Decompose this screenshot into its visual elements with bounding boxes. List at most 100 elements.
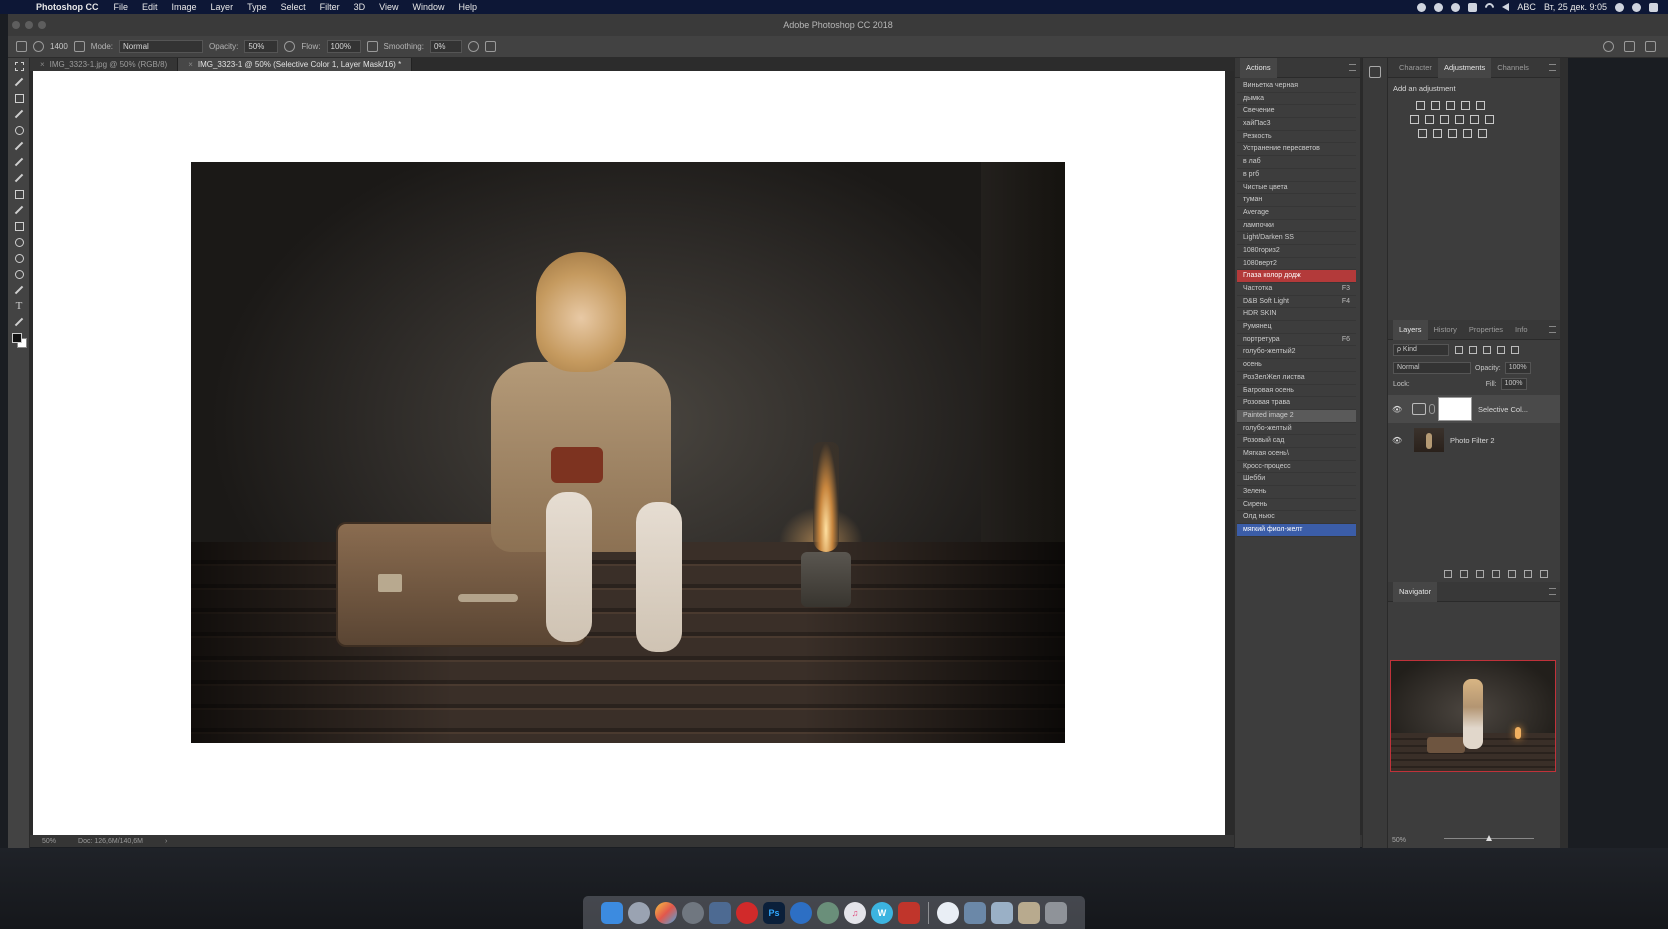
zoom-window-button[interactable]: [38, 21, 46, 29]
action-item[interactable]: в лаб: [1237, 156, 1356, 169]
hue-saturation-icon[interactable]: [1410, 115, 1419, 124]
word-app-icon[interactable]: W: [871, 901, 893, 924]
eraser-tool[interactable]: [8, 202, 30, 218]
lasso-tool[interactable]: [8, 74, 30, 90]
tab-properties[interactable]: Properties: [1463, 320, 1509, 340]
navigator-zoom[interactable]: 50%: [1392, 837, 1406, 844]
menu-type[interactable]: Type: [240, 2, 274, 12]
action-item[interactable]: Зелень: [1237, 486, 1356, 499]
share-icon[interactable]: [1645, 41, 1656, 52]
new-adjustment-icon[interactable]: [1492, 570, 1500, 578]
canvas-area[interactable]: [30, 71, 1362, 835]
minimize-window-button[interactable]: [25, 21, 33, 29]
action-item[interactable]: голубо-желтый2: [1237, 346, 1356, 360]
folder-stack-icon[interactable]: [964, 901, 986, 924]
menu-file[interactable]: File: [107, 2, 136, 12]
curves-icon[interactable]: [1446, 101, 1455, 110]
menu-layer[interactable]: Layer: [204, 2, 241, 12]
action-item[interactable]: Глаза колор додж: [1237, 270, 1356, 283]
action-item[interactable]: Резкость: [1237, 131, 1356, 144]
filter-shape-icon[interactable]: [1497, 346, 1505, 354]
document-canvas[interactable]: [33, 71, 1225, 835]
launchpad-icon[interactable]: [628, 901, 650, 924]
action-item[interactable]: Багровая осень: [1237, 385, 1356, 398]
photo-image[interactable]: [191, 162, 1065, 743]
dodge-tool[interactable]: [8, 250, 30, 266]
action-item[interactable]: Мягкая осень\: [1237, 448, 1356, 461]
layer-opacity-field[interactable]: 100%: [1504, 362, 1531, 374]
keyboard-layout-label[interactable]: ABC: [1517, 2, 1536, 12]
photos-icon[interactable]: [655, 901, 677, 924]
selective-color-icon[interactable]: [1478, 129, 1487, 138]
filter-adjustment-icon[interactable]: [1469, 346, 1477, 354]
app-menu[interactable]: Photoshop CC: [30, 2, 107, 12]
itunes-icon[interactable]: ♫: [844, 901, 866, 924]
eyedropper-tool[interactable]: [8, 106, 30, 122]
maps-icon[interactable]: [817, 901, 839, 924]
smoothing-field[interactable]: 0%: [429, 40, 462, 53]
kind-filter-select[interactable]: ρ Kind: [1393, 344, 1449, 356]
screenshot-icon[interactable]: [709, 901, 731, 924]
menu-select[interactable]: Select: [274, 2, 313, 12]
archive-icon[interactable]: [1018, 901, 1040, 924]
siri-icon[interactable]: [1632, 2, 1641, 12]
panel-menu-icon[interactable]: [1549, 64, 1556, 71]
gear-icon[interactable]: [467, 41, 479, 52]
action-item[interactable]: Шебби: [1237, 473, 1356, 486]
levels-icon[interactable]: [1431, 101, 1440, 110]
fill-field[interactable]: 100%: [1500, 378, 1527, 390]
search-icon[interactable]: [1603, 41, 1614, 52]
marquee-tool[interactable]: [8, 58, 30, 74]
add-mask-icon[interactable]: [1476, 570, 1484, 578]
blur-tool[interactable]: [8, 234, 30, 250]
mode-select[interactable]: Normal: [119, 40, 204, 53]
tab-history[interactable]: History: [1428, 320, 1463, 340]
action-item[interactable]: Виньетка черная: [1237, 80, 1356, 93]
flow-field[interactable]: 100%: [326, 40, 361, 53]
layer-name[interactable]: Photo Filter 2: [1450, 436, 1495, 445]
clock-label[interactable]: Вт, 25 дек. 9:05: [1544, 2, 1607, 12]
tab-document-1[interactable]: × IMG_3323-1.jpg @ 50% (RGB/8): [30, 58, 179, 71]
exposure-icon[interactable]: [1461, 101, 1470, 110]
menu-help[interactable]: Help: [451, 2, 484, 12]
pressure-size-icon[interactable]: [484, 41, 496, 52]
color-swatches[interactable]: [8, 330, 30, 354]
sponge-tool[interactable]: [8, 266, 30, 282]
tab-info[interactable]: Info: [1509, 320, 1534, 340]
posterize-icon[interactable]: [1433, 129, 1442, 138]
action-item[interactable]: мягкий фиол-желт: [1237, 524, 1356, 537]
brightness-contrast-icon[interactable]: [1416, 101, 1425, 110]
channel-mixer-icon[interactable]: [1470, 115, 1479, 124]
action-item[interactable]: осень: [1237, 359, 1356, 372]
brush-size[interactable]: 1400: [50, 42, 68, 51]
panel-menu-icon[interactable]: [1549, 588, 1556, 595]
history-brush-tool[interactable]: [8, 170, 30, 186]
action-item[interactable]: Кросс-процесс: [1237, 461, 1356, 474]
action-item[interactable]: Устранение пересветов: [1237, 143, 1356, 157]
fx-icon[interactable]: [1460, 570, 1468, 578]
navigator-preview[interactable]: [1390, 660, 1556, 772]
stamp-tool[interactable]: [8, 186, 30, 202]
opacity-field[interactable]: 50%: [244, 40, 279, 53]
action-item[interactable]: в ргб: [1237, 169, 1356, 182]
gradient-tool[interactable]: [8, 218, 30, 234]
airbrush-icon[interactable]: [366, 41, 378, 52]
filter-smart-icon[interactable]: [1511, 346, 1519, 354]
layer-thumbnail[interactable]: [1414, 428, 1444, 452]
zoom-level[interactable]: 50%: [42, 838, 56, 845]
action-item[interactable]: Частотка F3: [1237, 283, 1356, 296]
action-item[interactable]: Painted image 2: [1237, 409, 1356, 423]
panel-menu-icon[interactable]: [1349, 64, 1356, 71]
gradient-map-icon[interactable]: [1463, 129, 1472, 138]
photo-filter-icon[interactable]: [1455, 115, 1464, 124]
action-item[interactable]: хайПас3: [1237, 118, 1356, 131]
swap-colors[interactable]: [8, 314, 30, 330]
display-icon[interactable]: [1468, 2, 1478, 12]
documents-stack-icon[interactable]: [991, 901, 1013, 924]
action-item[interactable]: туман: [1237, 194, 1356, 207]
panel-menu-icon[interactable]: [1549, 326, 1556, 333]
brush-tool-icon[interactable]: [16, 41, 27, 52]
action-item[interactable]: Розовый сад: [1237, 435, 1356, 448]
layer-mask-thumbnail[interactable]: [1438, 397, 1472, 421]
threshold-icon[interactable]: [1448, 129, 1457, 138]
